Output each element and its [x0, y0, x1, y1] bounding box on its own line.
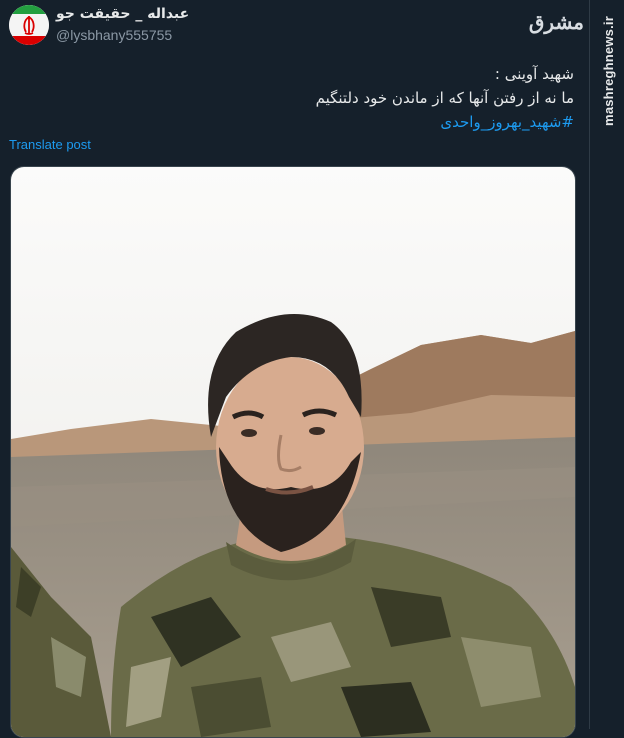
soldier-portrait-photo — [11, 167, 575, 737]
post-text-line-1: شهید آوینی : — [494, 65, 574, 83]
avatar[interactable] — [9, 5, 49, 45]
post-photo[interactable] — [10, 166, 576, 738]
user-handle[interactable]: @lysbhany555755 — [56, 27, 172, 43]
iran-flag-emblem-icon — [9, 5, 49, 45]
display-name[interactable]: عبداله _ حقیقت جو — [56, 6, 189, 22]
watermark-logo: مشرق — [528, 10, 584, 34]
translate-post-link[interactable]: Translate post — [9, 137, 91, 152]
post-text: شهید آوینی : ما نه از رفتن آنها که از ما… — [74, 62, 574, 134]
watermark-strip: mashreghnews.ir — [589, 0, 624, 729]
hashtag-link[interactable]: #شهید_بهروز_واحدی — [74, 110, 574, 134]
watermark-site: mashreghnews.ir — [601, 16, 616, 126]
post-text-line-2: ما نه از رفتن آنها که از ماندن خود دلتنگ… — [315, 89, 574, 107]
